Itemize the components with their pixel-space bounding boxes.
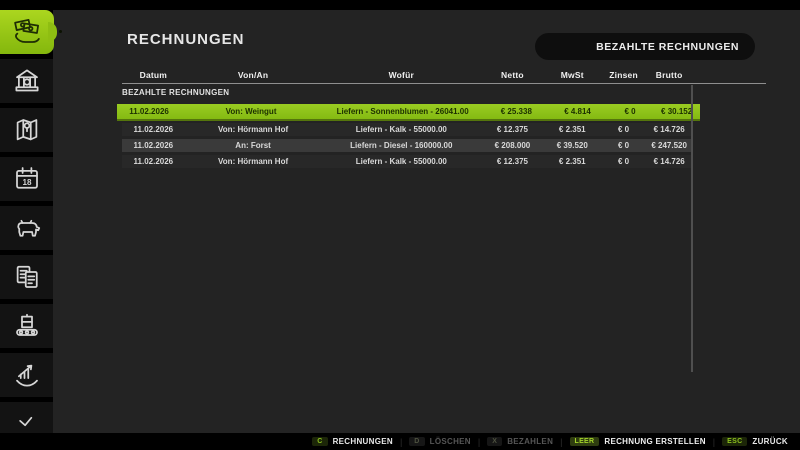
- shortcut-separator: |: [560, 436, 563, 447]
- shortcut-label: RECHNUNG ERSTELLEN: [604, 437, 706, 446]
- table-header-divider: [122, 83, 766, 84]
- cell-brutto: € 247.520: [651, 141, 687, 150]
- calendar-icon: 18: [12, 164, 42, 194]
- column-header-2: Wofür: [388, 69, 414, 80]
- shortcut-bar: C RECHNUNGEN | D LÖSCHEN | X BEZAHLEN | LEER RECHN…: [0, 433, 800, 450]
- cell-netto: € 12.375: [496, 157, 528, 166]
- cell-datum: 11.02.2026: [133, 141, 174, 150]
- column-header-5: Zinsen: [609, 69, 638, 80]
- shortcut-zur-ck[interactable]: ESC ZURÜCK: [722, 437, 788, 446]
- cell-von_an: An: Forst: [235, 141, 271, 150]
- svg-text:18: 18: [22, 178, 32, 187]
- shortcut-separator: |: [477, 436, 481, 447]
- cell-mwst: € 2.351: [558, 157, 586, 166]
- cell-wofuer: Liefern - Diesel - 160000.00: [350, 141, 453, 150]
- cell-netto: € 208.000: [494, 141, 531, 150]
- column-header-4: MwSt: [560, 69, 584, 80]
- map-icon: [12, 115, 42, 145]
- shortcut-label: LÖSCHEN: [429, 437, 471, 446]
- shortcut-label: BEZAHLEN: [507, 437, 554, 446]
- cell-wofuer: Liefern - Sonnenblumen - 26041.00: [336, 107, 469, 116]
- table-row[interactable]: 11.02.2026 Von: Hörmann Hof Liefern - Kalk…: [122, 155, 692, 168]
- key-badge: ESC: [722, 437, 748, 446]
- cell-mwst: € 4.814: [564, 107, 591, 116]
- sidebar-item-finances[interactable]: [0, 10, 62, 54]
- invoice-table: 11.02.2026 Von: Weingut Liefern - Sonnenbl…: [117, 104, 700, 171]
- shortcut-l-schen[interactable]: D LÖSCHEN: [409, 437, 471, 446]
- shortcut-separator: |: [399, 436, 403, 447]
- cell-mwst: € 39.520: [556, 141, 588, 150]
- column-header-0: Datum: [139, 69, 168, 80]
- sidebar-item-production[interactable]: [0, 304, 53, 348]
- key-badge: X: [487, 437, 503, 446]
- sidebar-item-statistics[interactable]: [0, 353, 53, 397]
- key-badge: C: [312, 437, 328, 446]
- cell-zinsen: € 0: [624, 107, 636, 116]
- shortcut-label: ZURÜCK: [752, 437, 788, 446]
- key-badge: LEER: [569, 437, 600, 446]
- cell-netto: € 25.338: [500, 107, 532, 116]
- table-header-row: Datum Von/An Wofür Netto MwSt Zinsen Brutto: [122, 68, 692, 81]
- cell-von_an: Von: Weingut: [225, 107, 277, 116]
- cell-netto: € 12.375: [496, 125, 528, 134]
- active-tab-dot: [59, 30, 62, 33]
- sidebar-item-map[interactable]: [0, 108, 53, 152]
- table-row[interactable]: 11.02.2026 Von: Hörmann Hof Liefern - Kalk…: [122, 123, 692, 136]
- cell-zinsen: € 0: [618, 157, 630, 166]
- sidebar-item-bank[interactable]: [0, 59, 53, 103]
- table-row-selected[interactable]: 11.02.2026 Von: Weingut Liefern - Sonnenbl…: [117, 104, 700, 121]
- money-hand-icon: [12, 17, 42, 47]
- contracts-icon: [12, 262, 42, 292]
- production-icon: [12, 311, 42, 341]
- column-header-3: Netto: [501, 69, 524, 80]
- cell-brutto: € 14.726: [653, 125, 685, 134]
- shortcut-bezahlen[interactable]: X BEZAHLEN: [487, 437, 553, 446]
- cell-wofuer: Liefern - Kalk - 55000.00: [355, 125, 447, 134]
- cell-datum: 11.02.2026: [129, 107, 169, 116]
- bank-icon: [12, 66, 42, 96]
- cell-wofuer: Liefern - Kalk - 55000.00: [355, 157, 447, 166]
- cell-datum: 11.02.2026: [133, 125, 174, 134]
- statistics-icon: [12, 360, 42, 390]
- animals-icon: [12, 213, 42, 243]
- scrollbar[interactable]: [691, 85, 693, 372]
- key-badge: D: [409, 437, 425, 446]
- paid-invoices-button[interactable]: BEZAHLTE RECHNUNGEN: [535, 33, 755, 60]
- page-title: RECHNUNGEN: [127, 31, 245, 48]
- column-header-6: Brutto: [655, 69, 683, 80]
- cell-zinsen: € 0: [618, 141, 630, 150]
- cell-brutto: € 14.726: [653, 157, 685, 166]
- sidebar-item-contracts[interactable]: [0, 255, 53, 299]
- invoices-screen: 18 RECHNUNGEN BEZAHLTE RECHNUNGEN Datum V…: [0, 0, 800, 450]
- sidebar-item-calendar[interactable]: 18: [0, 157, 53, 201]
- table-row[interactable]: 11.02.2026 An: Forst Liefern - Diesel - 16…: [122, 139, 692, 152]
- cell-von_an: Von: Hörmann Hof: [218, 157, 289, 166]
- cell-datum: 11.02.2026: [133, 157, 174, 166]
- shortcut-rechnungen[interactable]: C RECHNUNGEN: [312, 437, 393, 446]
- shortcut-rechnung-erstellen[interactable]: LEER RECHNUNG ERSTELLEN: [569, 437, 706, 446]
- column-header-1: Von/An: [237, 69, 269, 80]
- cell-mwst: € 2.351: [558, 125, 586, 134]
- cell-von_an: Von: Hörmann Hof: [218, 125, 289, 134]
- section-label: BEZAHLTE RECHNUNGEN: [122, 88, 230, 97]
- sidebar-item-animals[interactable]: [0, 206, 53, 250]
- shortcut-separator: |: [712, 436, 716, 447]
- cell-zinsen: € 0: [618, 125, 630, 134]
- shortcut-label: RECHNUNGEN: [332, 437, 393, 446]
